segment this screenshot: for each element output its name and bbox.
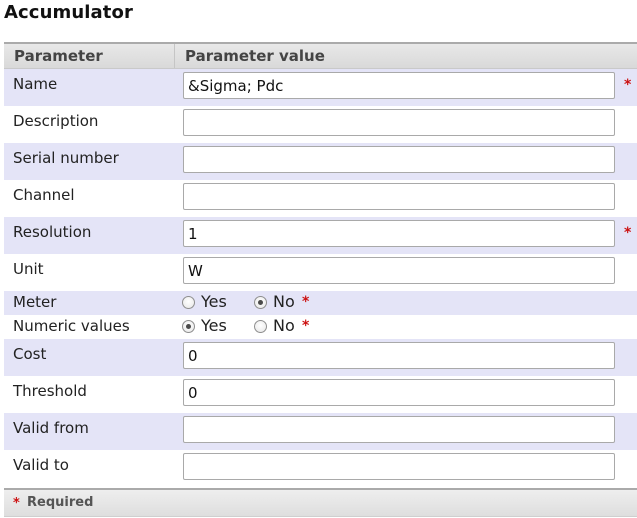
- label-name: Name: [13, 75, 58, 93]
- page-title: Accumulator: [4, 2, 133, 23]
- numeric-yes-radio[interactable]: [182, 320, 195, 333]
- required-marker: *: [624, 77, 632, 93]
- channel-input[interactable]: [183, 183, 615, 210]
- meter-no-label: No: [273, 292, 295, 311]
- cost-input[interactable]: [183, 342, 615, 369]
- row-valid-to: Valid to: [4, 450, 637, 487]
- label-serial-number: Serial number: [13, 149, 119, 167]
- label-threshold: Threshold: [13, 382, 87, 400]
- label-cost: Cost: [13, 345, 47, 363]
- resolution-input[interactable]: [183, 220, 615, 247]
- numeric-yes-label: Yes: [201, 316, 227, 335]
- required-text: Required: [27, 495, 94, 510]
- row-meter: Meter Yes No *: [4, 291, 637, 315]
- meter-no-radio[interactable]: [254, 296, 267, 309]
- row-name: Name *: [4, 69, 637, 106]
- required-marker: *: [302, 294, 310, 310]
- required-marker: *: [624, 225, 632, 241]
- header-parameter: Parameter: [14, 47, 103, 65]
- label-channel: Channel: [13, 186, 75, 204]
- serial-number-input[interactable]: [183, 146, 615, 173]
- description-input[interactable]: [183, 109, 615, 136]
- threshold-input[interactable]: [183, 379, 615, 406]
- label-valid-to: Valid to: [13, 456, 69, 474]
- meter-yes-label: Yes: [201, 292, 227, 311]
- numeric-no-label: No: [273, 316, 295, 335]
- row-serial-number: Serial number: [4, 143, 637, 180]
- row-valid-from: Valid from: [4, 413, 637, 450]
- numeric-no-radio[interactable]: [254, 320, 267, 333]
- row-cost: Cost: [4, 339, 637, 376]
- meter-yes-radio[interactable]: [182, 296, 195, 309]
- row-channel: Channel: [4, 180, 637, 217]
- label-meter: Meter: [13, 293, 57, 311]
- header-divider: [174, 44, 175, 68]
- label-resolution: Resolution: [13, 223, 92, 241]
- row-numeric-values: Numeric values Yes No *: [4, 315, 637, 339]
- row-description: Description: [4, 106, 637, 143]
- table-header: Parameter Parameter value: [4, 42, 637, 69]
- parameter-form: Parameter Parameter value Name * Descrip…: [4, 42, 637, 487]
- label-valid-from: Valid from: [13, 419, 89, 437]
- row-unit: Unit: [4, 254, 637, 291]
- required-star: *: [13, 496, 20, 511]
- required-marker: *: [302, 318, 310, 334]
- valid-to-input[interactable]: [183, 453, 615, 480]
- name-input[interactable]: [183, 72, 615, 99]
- row-threshold: Threshold: [4, 376, 637, 413]
- label-numeric-values: Numeric values: [13, 317, 130, 335]
- required-legend: * Required: [4, 488, 637, 517]
- unit-input[interactable]: [183, 257, 615, 284]
- row-resolution: Resolution *: [4, 217, 637, 254]
- header-parameter-value: Parameter value: [185, 47, 325, 65]
- label-description: Description: [13, 112, 99, 130]
- valid-from-input[interactable]: [183, 416, 615, 443]
- label-unit: Unit: [13, 260, 44, 278]
